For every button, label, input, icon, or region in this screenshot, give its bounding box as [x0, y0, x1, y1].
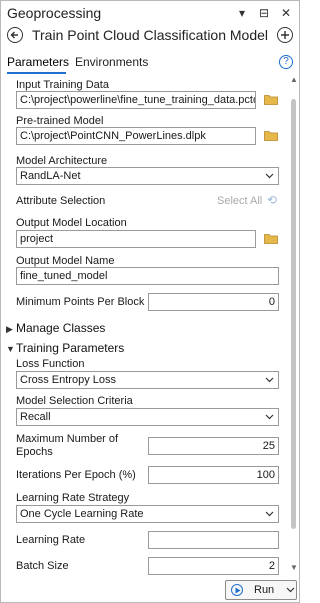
geoprocessing-pane: Geoprocessing ▾ ⊟ ✕ Train Point Cloud Cl…	[0, 0, 300, 603]
run-play-icon	[231, 584, 243, 596]
tab-environments[interactable]: Environments	[75, 55, 148, 69]
loss-function-label: Loss Function	[16, 358, 85, 370]
max-epochs-label-line1: Maximum Number of	[16, 433, 119, 445]
scrollbar-thumb[interactable]	[291, 99, 296, 529]
attribute-selection-label: Attribute Selection	[16, 195, 106, 207]
help-icon[interactable]: ?	[279, 55, 293, 69]
model-architecture-value: RandLA-Net	[20, 170, 81, 182]
model-architecture-select[interactable]: RandLA-Net	[16, 167, 279, 185]
run-label: Run	[254, 584, 275, 596]
lr-strategy-select[interactable]: One Cycle Learning Rate	[16, 505, 279, 523]
training-parameters-section[interactable]: ▼Training Parameters	[6, 341, 124, 355]
parameters-panel: Input Training Data C:\project\powerline…	[1, 75, 287, 575]
batch-size-field[interactable]: 2	[148, 557, 279, 575]
chevron-down-icon[interactable]	[286, 585, 295, 594]
max-epochs-field[interactable]: 25	[148, 437, 279, 455]
learning-rate-label: Learning Rate	[16, 534, 86, 546]
tab-bar: Parameters Environments ?	[1, 55, 299, 74]
pretrained-model-label: Pre-trained Model	[16, 115, 104, 127]
plus-icon	[281, 31, 289, 39]
output-model-location-field[interactable]: project	[16, 230, 256, 248]
input-training-data-label: Input Training Data	[16, 79, 109, 91]
scroll-up-icon[interactable]: ▲	[290, 75, 298, 84]
select-all-link[interactable]: Select All	[217, 195, 262, 207]
browse-folder-icon[interactable]	[264, 94, 278, 105]
chevron-down-icon	[265, 511, 274, 517]
pretrained-model-field[interactable]: C:\project\PointCNN_PowerLines.dlpk	[16, 127, 256, 145]
chevron-down-icon	[265, 414, 274, 420]
chevron-down-icon: ▼	[6, 344, 15, 354]
vertical-scrollbar[interactable]: ▲ ▼	[288, 75, 299, 575]
learning-rate-field[interactable]	[148, 531, 279, 549]
scroll-down-icon[interactable]: ▼	[290, 563, 298, 572]
chevron-down-icon	[265, 377, 274, 383]
refresh-icon[interactable]: ⟲	[267, 193, 277, 207]
output-model-name-label: Output Model Name	[16, 255, 115, 267]
max-epochs-label-line2: Epochs	[16, 446, 53, 458]
model-selection-value: Recall	[20, 411, 51, 423]
output-model-location-label: Output Model Location	[16, 217, 127, 229]
lr-strategy-label: Learning Rate Strategy	[16, 492, 130, 504]
chevron-right-icon: ▶	[6, 324, 13, 334]
model-selection-label: Model Selection Criteria	[16, 395, 133, 407]
batch-size-label: Batch Size	[16, 560, 69, 572]
close-icon[interactable]: ✕	[279, 6, 293, 20]
model-architecture-label: Model Architecture	[16, 155, 108, 167]
tab-parameters[interactable]: Parameters	[7, 55, 69, 69]
lr-strategy-value: One Cycle Learning Rate	[20, 508, 144, 520]
iterations-per-epoch-label: Iterations Per Epoch (%)	[16, 469, 136, 481]
input-training-data-field[interactable]: C:\project\powerline\fine_tune_training_…	[16, 91, 256, 109]
active-tab-indicator	[7, 72, 66, 74]
manage-classes-label: Manage Classes	[16, 321, 106, 335]
run-button[interactable]: Run	[225, 580, 297, 600]
pane-title: Geoprocessing	[7, 5, 102, 21]
browse-folder-icon[interactable]	[264, 233, 278, 244]
add-favorite-button[interactable]	[277, 27, 293, 43]
titlebar-icons: ▾ ⊟ ✕	[235, 6, 293, 20]
min-points-field[interactable]: 0	[148, 293, 279, 311]
tool-title: Train Point Cloud Classification Model	[31, 27, 269, 43]
manage-classes-section[interactable]: ▶ Manage Classes	[6, 321, 105, 335]
min-points-label: Minimum Points Per Block	[16, 296, 145, 308]
chevron-down-icon	[265, 173, 274, 179]
loss-function-value: Cross Entropy Loss	[20, 374, 116, 386]
model-selection-select[interactable]: Recall	[16, 408, 279, 426]
output-model-name-field[interactable]: fine_tuned_model	[16, 267, 279, 285]
tool-header: Train Point Cloud Classification Model	[1, 25, 299, 47]
dropdown-icon[interactable]: ▾	[235, 6, 249, 20]
autohide-pin-icon[interactable]: ⊟	[257, 6, 271, 20]
loss-function-select[interactable]: Cross Entropy Loss	[16, 371, 279, 389]
iterations-per-epoch-field[interactable]: 100	[148, 466, 279, 484]
pane-titlebar: Geoprocessing ▾ ⊟ ✕	[1, 1, 299, 25]
browse-folder-icon[interactable]	[264, 130, 278, 141]
training-parameters-label: Training Parameters	[16, 341, 125, 355]
